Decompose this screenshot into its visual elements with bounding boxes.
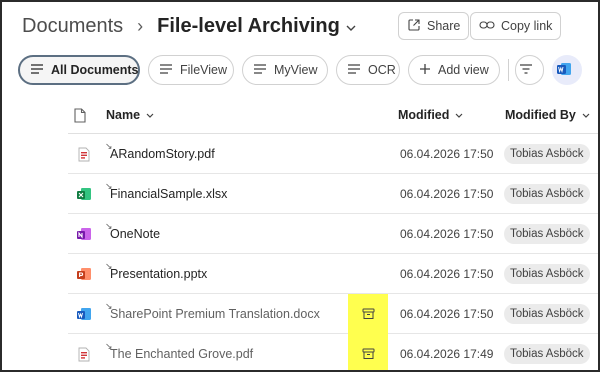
view-myview[interactable]: MyView	[242, 55, 328, 85]
pdf-file-icon	[78, 134, 90, 174]
toolbar-divider	[507, 59, 509, 81]
modified-by-cell: Tobias Asböck	[504, 214, 590, 254]
chevron-down-icon[interactable]	[346, 20, 356, 35]
chevron-down-icon	[146, 108, 154, 122]
file-name[interactable]: ↘ The Enchanted Grove.pdf	[105, 341, 253, 361]
view-fileview[interactable]: FileView	[148, 55, 234, 85]
file-name[interactable]: ↘ FinancialSample.xlsx	[105, 181, 227, 201]
file-name-cell[interactable]: ↘ FinancialSample.xlsx	[105, 174, 227, 214]
pinned-arrow-icon: ↘	[105, 181, 113, 191]
modified-by-persona[interactable]: Tobias Asböck	[504, 264, 590, 284]
list-icon	[159, 63, 180, 78]
archived-status-cell[interactable]	[348, 294, 388, 334]
table-header: Name Modified Modified By	[68, 98, 598, 134]
archive-icon	[362, 308, 374, 319]
add-view-button[interactable]: Add view	[408, 55, 500, 85]
share-button[interactable]: Share	[398, 12, 470, 40]
view-all-documents[interactable]: All Documents	[18, 55, 140, 85]
add-view-label: Add view	[438, 63, 489, 77]
share-icon	[407, 18, 427, 35]
powerpoint-file-icon	[76, 254, 92, 294]
pinned-arrow-icon: ↘	[105, 141, 113, 151]
pinned-arrow-icon: ↘	[105, 301, 113, 311]
archive-icon	[362, 348, 374, 359]
list-icon	[30, 63, 51, 78]
file-name-cell[interactable]: ↘ OneNote	[105, 214, 160, 254]
word-icon	[556, 61, 579, 80]
file-name-cell[interactable]: ↘ SharePoint Premium Translation.docx	[105, 294, 320, 334]
modified-by-cell: Tobias Asböck	[504, 174, 590, 214]
copy-link-button[interactable]: Copy link	[470, 12, 562, 40]
view-ocr[interactable]: OCR	[336, 55, 400, 85]
modified-by-cell: Tobias Asböck	[504, 254, 590, 294]
breadcrumb-separator: ›	[137, 15, 144, 36]
file-name[interactable]: ↘ SharePoint Premium Translation.docx	[105, 301, 320, 321]
modified-by-persona[interactable]: Tobias Asböck	[504, 184, 590, 204]
column-modified-label: Modified	[398, 108, 450, 122]
file-name-cell[interactable]: ↘ The Enchanted Grove.pdf	[105, 334, 253, 370]
modified-date: 06.04.2026 17:49	[400, 347, 494, 361]
pinned-arrow-icon: ↘	[105, 261, 113, 271]
filter-icon	[519, 63, 540, 78]
file-name-cell[interactable]: ↘ ARandomStory.pdf	[105, 134, 215, 174]
pinned-arrow-icon: ↘	[105, 341, 113, 351]
file-name[interactable]: ↘ OneNote	[105, 221, 160, 241]
link-icon	[479, 19, 501, 34]
view-label: FileView	[180, 63, 228, 77]
file-name[interactable]: ↘ Presentation.pptx	[105, 261, 207, 281]
table-row[interactable]: ↘ The Enchanted Grove.pdf 06.04.2026 17:4…	[68, 334, 598, 370]
onenote-file-icon	[76, 214, 92, 254]
modified-date: 06.04.2026 17:50	[400, 267, 494, 281]
table-row[interactable]: ↘ OneNote 06.04.2026 17:50 Tobias Asböck	[68, 214, 598, 254]
modified-by-cell: Tobias Asböck	[504, 334, 590, 370]
table-row[interactable]: ↘ FinancialSample.xlsx 06.04.2026 17:50 T…	[68, 174, 598, 214]
modified-date: 06.04.2026 17:50	[400, 187, 494, 201]
view-label: All Documents	[51, 63, 139, 77]
modified-by-persona[interactable]: Tobias Asböck	[504, 344, 590, 364]
view-label: MyView	[274, 63, 318, 77]
chevron-down-icon	[582, 108, 590, 122]
views-bar: All Documents FileView MyView OCR Add vi…	[18, 54, 590, 86]
column-name-label: Name	[106, 108, 141, 122]
view-label: OCR	[368, 63, 396, 77]
pinned-arrow-icon: ↘	[105, 221, 113, 231]
file-name-cell[interactable]: ↘ Presentation.pptx	[105, 254, 207, 294]
modified-by-persona[interactable]: Tobias Asböck	[504, 304, 590, 324]
filter-button[interactable]	[514, 55, 545, 85]
modified-by-persona[interactable]: Tobias Asböck	[504, 224, 590, 244]
modified-by-cell: Tobias Asböck	[504, 294, 590, 334]
column-modified-by[interactable]: Modified By	[505, 108, 590, 122]
modified-by-cell: Tobias Asböck	[504, 134, 590, 174]
table-row[interactable]: ↘ Presentation.pptx 06.04.2026 17:50 Tobi…	[68, 254, 598, 294]
file-list: ↘ ARandomStory.pdf 06.04.2026 17:50 Tobia…	[68, 134, 598, 370]
column-modified-by-label: Modified By	[505, 108, 576, 122]
list-icon	[253, 63, 274, 78]
share-label: Share	[427, 19, 461, 33]
copy-link-label: Copy link	[501, 19, 553, 33]
table-row[interactable]: ↘ ARandomStory.pdf 06.04.2026 17:50 Tobia…	[68, 134, 598, 174]
list-icon	[347, 63, 368, 78]
pdf-file-icon	[78, 334, 90, 370]
table-row[interactable]: ↘ SharePoint Premium Translation.docx 06.…	[68, 294, 598, 334]
chevron-down-icon	[455, 108, 463, 122]
modified-by-persona[interactable]: Tobias Asböck	[504, 144, 590, 164]
word-app-button[interactable]	[552, 55, 582, 85]
page-title[interactable]: File-level Archiving	[157, 15, 340, 38]
modified-date: 06.04.2026 17:50	[400, 147, 494, 161]
column-modified[interactable]: Modified	[398, 108, 463, 122]
file-name[interactable]: ↘ ARandomStory.pdf	[105, 141, 215, 161]
excel-file-icon	[76, 174, 92, 214]
modified-date: 06.04.2026 17:50	[400, 307, 494, 321]
column-name[interactable]: Name	[106, 108, 154, 122]
modified-date: 06.04.2026 17:50	[400, 227, 494, 241]
header-bar: Documents › File-level Archiving Share C…	[22, 10, 588, 42]
archived-status-cell[interactable]	[348, 334, 388, 370]
breadcrumb-documents[interactable]: Documents	[22, 15, 123, 38]
document-library-window: Documents › File-level Archiving Share C…	[0, 0, 600, 372]
word-file-icon	[76, 294, 92, 334]
plus-icon	[419, 63, 438, 78]
